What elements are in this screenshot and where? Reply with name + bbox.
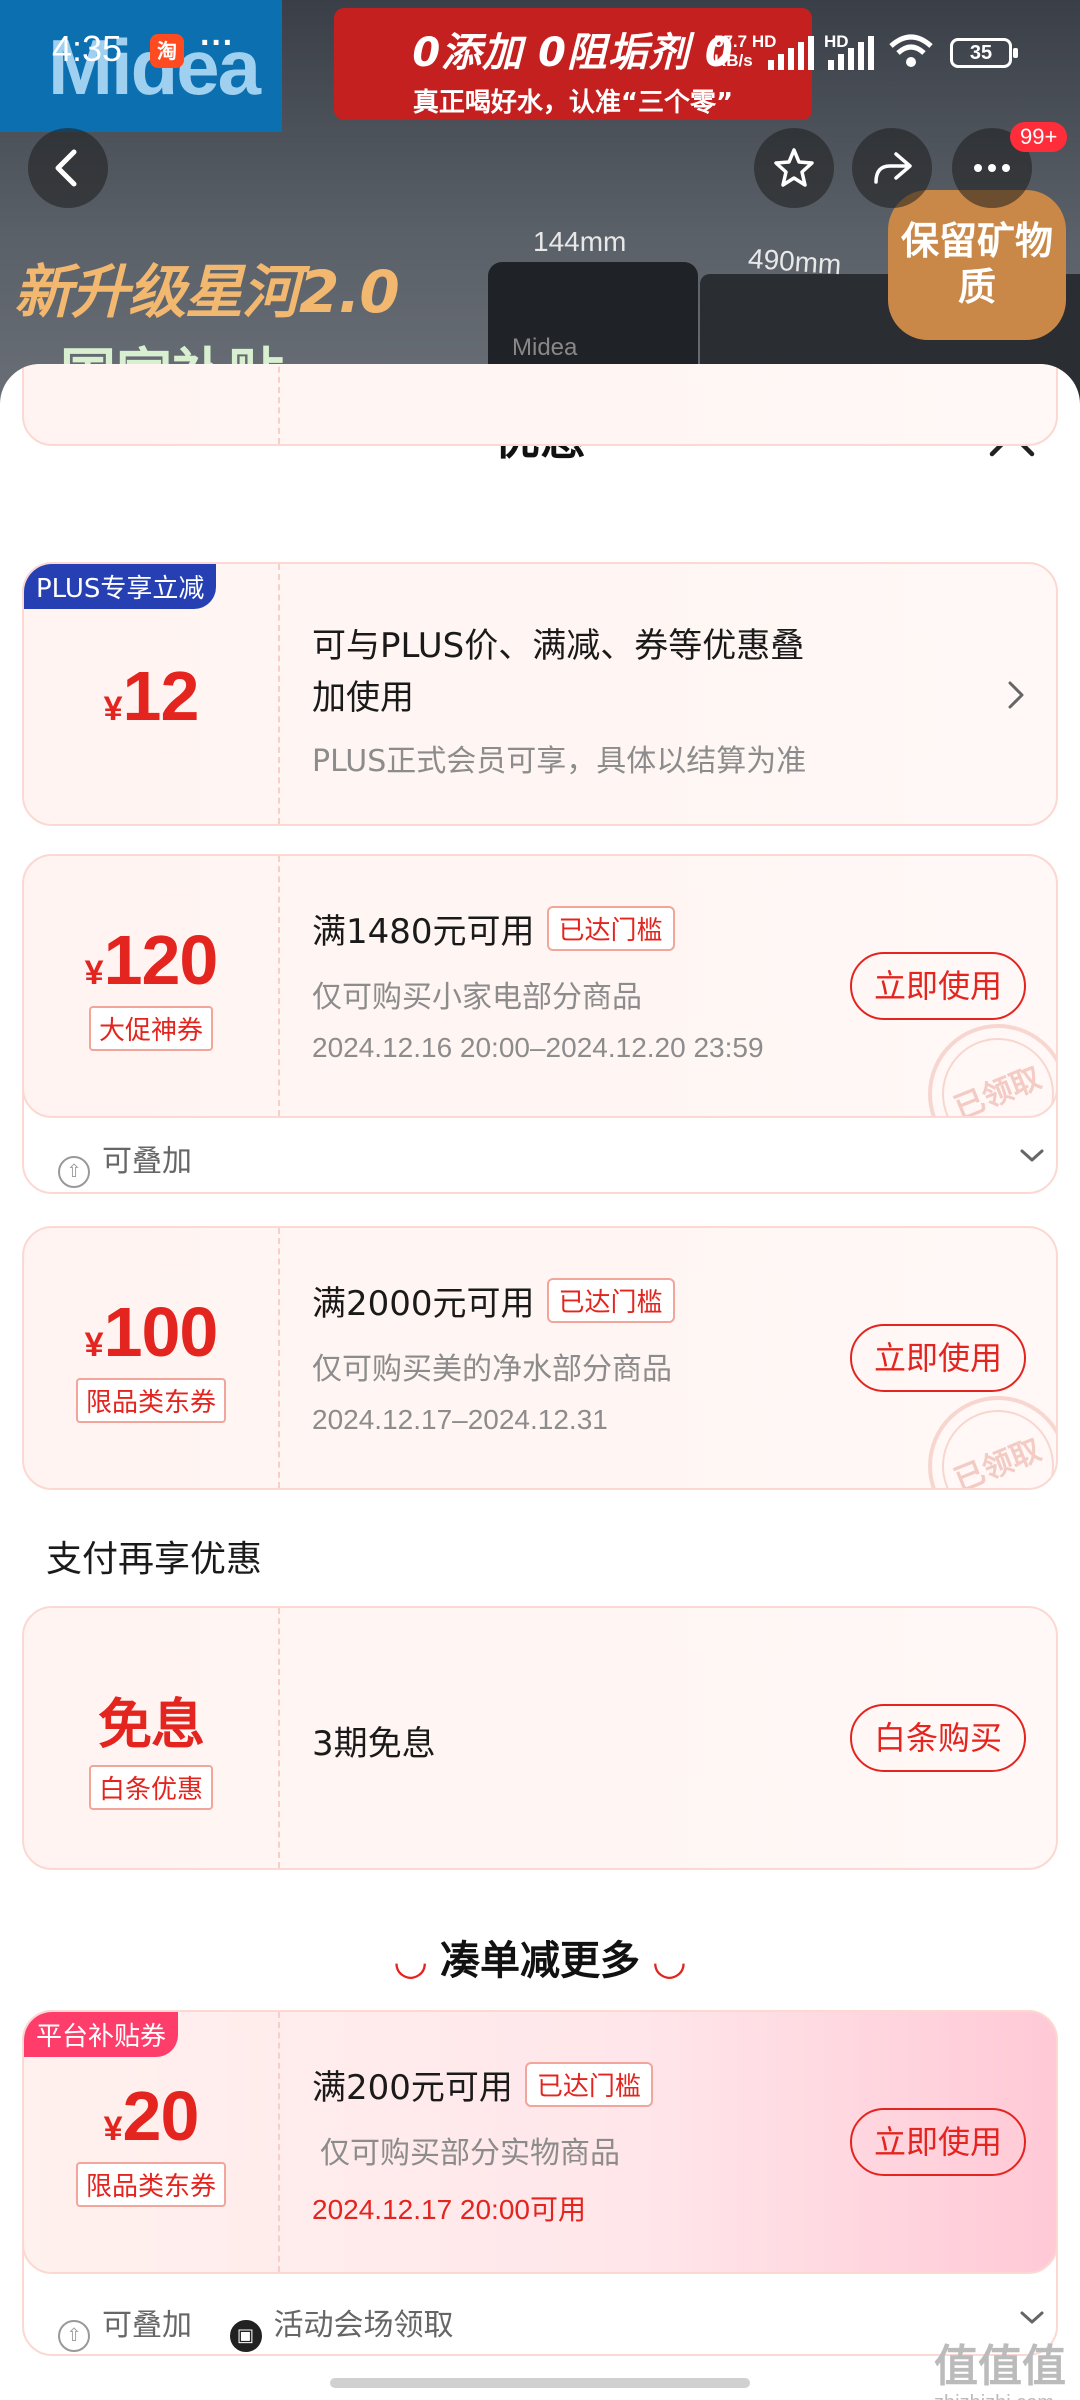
signal-icon — [768, 36, 814, 70]
venue-icon: ▣ — [229, 2320, 262, 2352]
baitiao-buy-button[interactable]: 白条购买 — [850, 1704, 1026, 1772]
coupon-card-100: ¥100 限品类东券 满2000元可用 已达门槛 仅可购买美的净水部分商品 202… — [22, 1226, 1058, 1490]
stackable-row: ⇧ 可叠加 ▣ 活动会场领取 — [58, 2300, 454, 2352]
status-bar: 4:35 淘 ··· 57.7 HD KB/s HD 35 — [0, 0, 1080, 110]
more-dots-icon — [974, 164, 1010, 172]
previous-coupon-card — [22, 364, 1058, 446]
plus-title-line2: 加使用 — [312, 678, 414, 718]
stackable-row: ⇧ 可叠加 — [58, 1136, 192, 1188]
wifi-icon — [889, 34, 933, 67]
claimed-stamp: 已领取 — [906, 1374, 1056, 1488]
coupon-120-tag: 大促神券 — [88, 1006, 213, 1051]
dimension-width: 144mm — [533, 226, 627, 257]
venue-link[interactable]: 活动会场领取 — [274, 2308, 454, 2343]
chevron-right-icon — [1008, 681, 1024, 709]
device-brand-label: Midea — [512, 334, 578, 361]
back-button[interactable] — [28, 128, 108, 208]
dimension-depth: 490mm — [747, 242, 843, 281]
coupon-20-scope: 仅可购买部分实物商品 — [320, 2136, 620, 2171]
coupon-120-date: 2024.12.16 20:00–2024.12.20 23:59 — [312, 1032, 764, 1063]
status-time: 4:35 — [52, 28, 123, 69]
use-now-button[interactable]: 立即使用 — [850, 2108, 1026, 2176]
coupon-120-amount: ¥120 大促神券 — [24, 920, 278, 1051]
favorite-button[interactable] — [754, 128, 834, 208]
discount-sheet: 优惠 PLUS专享立减 ¥12 可与PLUS价、满减、券等优惠叠 加使用 PLU… — [0, 364, 1080, 2400]
threshold-reached-badge: 已达门槛 — [546, 1278, 675, 1323]
smile-icon: ◡ — [395, 1938, 427, 1984]
mineral-badge: 保留矿物质 — [888, 190, 1066, 340]
threshold-reached-badge: 已达门槛 — [524, 2062, 653, 2107]
stack-icon: ⇧ — [58, 2320, 90, 2352]
coupon-100-amount: ¥100 限品类东券 — [24, 1292, 278, 1423]
plus-badge: PLUS专享立减 — [24, 564, 217, 609]
coupon-card-120: ¥120 大促神券 满1480元可用 已达门槛 仅可购买小家电部分商品 2024.… — [22, 854, 1058, 1194]
chevron-left-icon — [55, 149, 77, 187]
share-icon — [874, 152, 912, 184]
more-deals-title: ◡ 凑单减更多 ◡ — [395, 1938, 685, 1984]
payment-section-label: 支付再享优惠 — [46, 1539, 263, 1580]
coupon-120-scope: 仅可购买小家电部分商品 — [312, 980, 642, 1015]
home-indicator[interactable] — [330, 2378, 750, 2388]
baitiao-tag: 白条优惠 — [88, 1765, 213, 1810]
interest-free-title: 3期免息 — [312, 1724, 436, 1764]
chevron-down-icon[interactable] — [1018, 1146, 1046, 1166]
taobao-notification-icon: 淘 — [150, 34, 184, 68]
coupon-20-title: 满200元可用 已达门槛 — [312, 2060, 653, 2109]
coupon-100-title: 满2000元可用 已达门槛 — [312, 1276, 675, 1325]
more-notifications-icon: ··· — [200, 24, 234, 62]
notification-count-badge: 99+ — [1010, 122, 1068, 152]
use-now-button[interactable]: 立即使用 — [850, 952, 1026, 1020]
use-now-button[interactable]: 立即使用 — [850, 1324, 1026, 1392]
smile-icon: ◡ — [653, 1938, 685, 1984]
chevron-down-icon[interactable] — [1018, 2308, 1046, 2328]
claimed-stamp: 已领取 — [906, 1002, 1056, 1116]
interest-free-card: 免息 白条优惠 3期免息 白条购买 — [22, 1606, 1058, 1870]
plus-title-line1: 可与PLUS价、满减、券等优惠叠 — [312, 626, 805, 666]
coupon-20-amount: ¥20 限品类东券 — [24, 2076, 278, 2207]
coupon-120-title: 满1480元可用 已达门槛 — [312, 904, 675, 953]
coupon-20-tag: 限品类东券 — [75, 2162, 226, 2207]
coupon-card-20: 平台补贴券 ¥20 限品类东券 满200元可用 已达门槛 仅可购买部分实物商品 2… — [22, 2010, 1058, 2356]
coupon-100-tag: 限品类东券 — [75, 1378, 226, 1423]
interest-free-amount: 免息 白条优惠 — [24, 1680, 278, 1810]
plus-amount: ¥12 — [103, 657, 200, 735]
coupon-20-body: 平台补贴券 ¥20 限品类东券 满200元可用 已达门槛 仅可购买部分实物商品 2… — [22, 2010, 1058, 2274]
coupon-100-date: 2024.12.17–2024.12.31 — [312, 1404, 608, 1435]
signal-icon-2 — [828, 36, 874, 70]
stack-icon: ⇧ — [58, 1156, 90, 1188]
watermark: 值值值 zhizhizhi.com — [934, 2341, 1066, 2400]
share-button[interactable] — [852, 128, 932, 208]
battery-icon: 35 — [950, 38, 1018, 68]
coupon-100-scope: 仅可购买美的净水部分商品 — [312, 1352, 672, 1387]
plus-note: PLUS正式会员可享，具体以结算为准 — [312, 744, 807, 779]
coupon-20-date: 2024.12.17 20:00可用 — [312, 2194, 586, 2225]
platform-subsidy-badge: 平台补贴券 — [24, 2012, 179, 2057]
plus-discount-card[interactable]: PLUS专享立减 ¥12 可与PLUS价、满减、券等优惠叠 加使用 PLUS正式… — [22, 562, 1058, 826]
upgrade-slogan: 新升级星河2.0 — [14, 258, 400, 326]
threshold-reached-badge: 已达门槛 — [546, 906, 675, 951]
star-icon — [774, 148, 814, 187]
coupon-120-body: ¥120 大促神券 满1480元可用 已达门槛 仅可购买小家电部分商品 2024.… — [22, 854, 1058, 1118]
